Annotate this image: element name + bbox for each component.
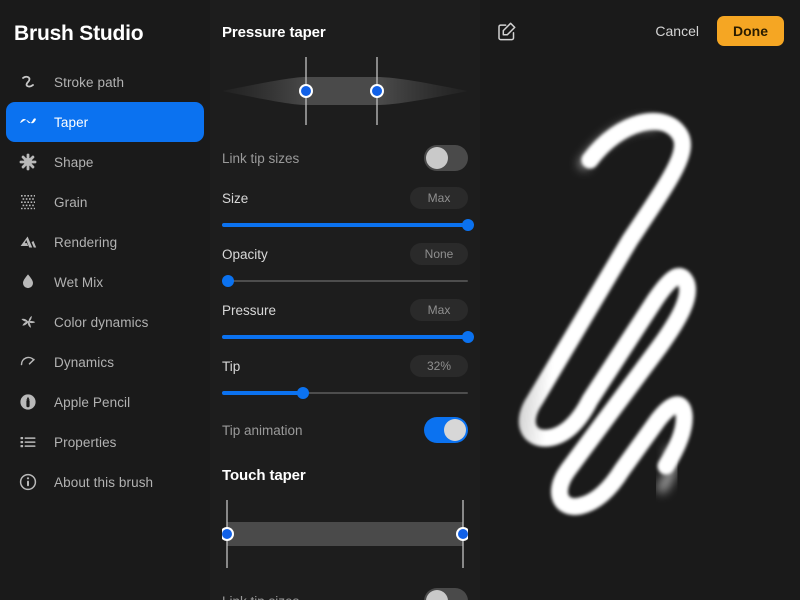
pressure-link-tip-sizes-row[interactable]: Link tip sizes <box>222 141 468 175</box>
pressure-opacity-label: Opacity <box>222 246 268 262</box>
section-title-touch-taper: Touch taper <box>222 467 306 484</box>
sidebar-item-label: Apple Pencil <box>54 394 131 410</box>
brush-studio-window: Brush Studio Stroke path Taper Shape Gra… <box>0 0 800 600</box>
pressure-pressure-slider-head: Pressure Max <box>222 297 468 323</box>
pressure-opacity-slider[interactable] <box>222 275 468 287</box>
color-dynamics-icon <box>18 312 38 332</box>
pressure-link-tip-sizes-label: Link tip sizes <box>222 150 300 166</box>
sidebar-item-label: Grain <box>54 194 88 210</box>
tip-animation-label: Tip animation <box>222 422 303 438</box>
slider-knob[interactable] <box>222 275 234 287</box>
pressure-size-slider-block[interactable]: Size Max <box>222 185 474 231</box>
sidebar-item-label: Stroke path <box>54 74 125 90</box>
touch-link-tip-sizes-label: Link tip sizes <box>222 594 299 600</box>
apple-pencil-icon <box>18 392 38 412</box>
sidebar-nav-list: Stroke path Taper Shape Grain Rendering … <box>0 62 210 502</box>
settings-panel[interactable]: Pressure taper Link tip sizes Size Max O… <box>210 0 480 600</box>
sidebar-item-label: Properties <box>54 434 117 450</box>
pressure-pressure-slider-block[interactable]: Pressure Max <box>222 297 474 343</box>
pressure-size-slider-head: Size Max <box>222 185 468 211</box>
sidebar: Brush Studio Stroke path Taper Shape Gra… <box>0 0 210 600</box>
stroke-path-icon <box>18 72 38 92</box>
pressure-size-value: Max <box>410 187 468 209</box>
toggle-knob <box>444 419 466 441</box>
pressure-pressure-slider[interactable] <box>222 331 474 343</box>
tip-animation-row[interactable]: Tip animation <box>222 413 468 447</box>
pressure-tip-slider[interactable] <box>222 387 468 399</box>
sidebar-item-shape[interactable]: Shape <box>6 142 204 182</box>
touch-link-tip-sizes-row[interactable]: Link tip sizes <box>222 584 468 600</box>
toggle-knob <box>426 147 448 169</box>
shape-flower-icon <box>18 152 38 172</box>
sidebar-item-color-dynamics[interactable]: Color dynamics <box>6 302 204 342</box>
sidebar-item-label: Shape <box>54 154 94 170</box>
sidebar-item-label: Dynamics <box>54 354 115 370</box>
pressure-size-label: Size <box>222 190 249 206</box>
grain-dots-icon <box>18 192 38 212</box>
pressure-tip-slider-block[interactable]: Tip 32% <box>222 353 468 399</box>
sidebar-item-about-this-brush[interactable]: About this brush <box>6 462 204 502</box>
tip-animation-toggle[interactable] <box>424 417 468 443</box>
sidebar-item-label: Wet Mix <box>54 274 104 290</box>
pressure-opacity-slider-block[interactable]: Opacity None <box>222 241 468 287</box>
sidebar-item-rendering[interactable]: Rendering <box>6 222 204 262</box>
info-icon <box>18 472 38 492</box>
sidebar-item-label: About this brush <box>54 474 154 490</box>
slider-knob[interactable] <box>297 387 310 399</box>
slider-fill <box>222 223 468 227</box>
taper-wave-icon <box>18 112 38 132</box>
pressure-pressure-label: Pressure <box>222 302 277 318</box>
slider-track <box>222 280 468 282</box>
pressure-opacity-value: None <box>410 243 468 265</box>
sidebar-item-label: Color dynamics <box>54 314 149 330</box>
rendering-icon <box>18 232 38 252</box>
brush-preview-canvas[interactable]: Cancel Done <box>480 0 800 600</box>
sidebar-item-stroke-path[interactable]: Stroke path <box>6 62 204 102</box>
slider-fill <box>222 335 468 339</box>
sidebar-item-label: Rendering <box>54 234 118 250</box>
sidebar-item-label: Taper <box>54 114 89 130</box>
brush-stroke-illustration <box>480 0 800 600</box>
pressure-size-slider[interactable] <box>222 219 474 231</box>
dynamics-gauge-icon <box>18 352 38 372</box>
toggle-knob <box>426 590 448 600</box>
pressure-tip-slider-head: Tip 32% <box>222 353 468 379</box>
pressure-tip-label: Tip <box>222 358 241 374</box>
pressure-link-tip-sizes-toggle[interactable] <box>424 145 468 171</box>
slider-knob[interactable] <box>462 331 474 343</box>
properties-list-icon <box>18 432 38 452</box>
pressure-taper-graph[interactable] <box>222 55 468 127</box>
pressure-tip-value: 32% <box>410 355 468 377</box>
sidebar-item-taper[interactable]: Taper <box>6 102 204 142</box>
slider-knob[interactable] <box>462 219 474 231</box>
pressure-opacity-slider-head: Opacity None <box>222 241 468 267</box>
sidebar-item-properties[interactable]: Properties <box>6 422 204 462</box>
pressure-pressure-value: Max <box>410 299 468 321</box>
touch-link-tip-sizes-toggle[interactable] <box>424 588 468 600</box>
section-title-pressure-taper: Pressure taper <box>222 24 326 41</box>
sidebar-item-dynamics[interactable]: Dynamics <box>6 342 204 382</box>
page-title: Brush Studio <box>14 22 144 45</box>
droplet-icon <box>18 272 38 292</box>
sidebar-item-grain[interactable]: Grain <box>6 182 204 222</box>
sidebar-item-apple-pencil[interactable]: Apple Pencil <box>6 382 204 422</box>
touch-taper-graph[interactable] <box>222 498 468 570</box>
slider-fill <box>222 391 304 395</box>
sidebar-item-wet-mix[interactable]: Wet Mix <box>6 262 204 302</box>
